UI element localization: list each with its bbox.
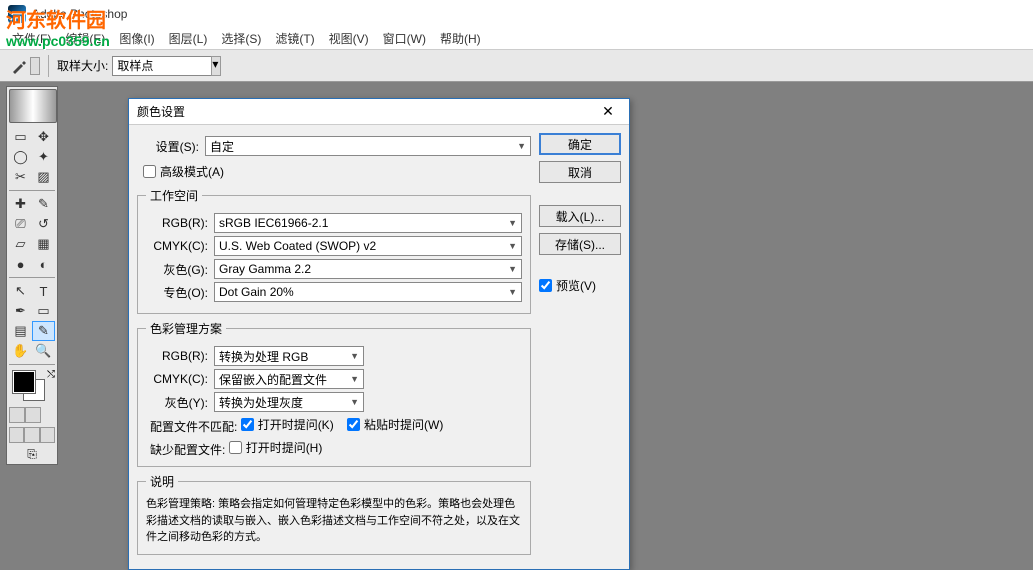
zoom-tool[interactable]: 🔍 (32, 341, 55, 361)
cmyk-label: CMYK(C): (146, 239, 208, 253)
gradient-tool[interactable]: ▦ (32, 234, 55, 254)
settings-select[interactable]: 自定▼ (205, 136, 531, 156)
screen-mode-2-icon[interactable] (24, 427, 39, 443)
cmyk-select[interactable]: U.S. Web Coated (SWOP) v2▼ (214, 236, 522, 256)
chevron-down-icon: ▼ (517, 141, 526, 151)
notes-tool[interactable]: ▤ (9, 321, 32, 341)
dialog-title: 颜色设置 (137, 103, 185, 120)
policy-rgb-select[interactable]: 转换为处理 RGB▼ (214, 346, 364, 366)
close-icon[interactable]: ✕ (595, 103, 621, 120)
missing-open-checkbox[interactable] (229, 441, 242, 454)
menu-layer[interactable]: 图层(L) (169, 30, 208, 47)
type-tool[interactable]: T (32, 281, 55, 301)
wand-tool[interactable]: ✦ (32, 147, 55, 167)
app-logo-icon (8, 5, 26, 23)
load-button[interactable]: 载入(L)... (539, 205, 621, 227)
sample-size-label: 取样大小: (57, 57, 108, 74)
tool-preset-flyout[interactable] (30, 57, 40, 75)
shape-tool[interactable]: ▭ (32, 301, 55, 321)
description-group: 说明 色彩管理策略: 策略会指定如何管理特定色彩模型中的色彩。策略也会处理色彩描… (137, 473, 531, 555)
move-tool[interactable]: ✥ (32, 127, 55, 147)
color-swatches[interactable]: ⤭ (9, 369, 57, 403)
jump-to-icon[interactable]: ⎘ (9, 447, 55, 462)
menu-window[interactable]: 窗口(W) (383, 30, 426, 47)
eraser-tool[interactable]: ▱ (9, 234, 32, 254)
menu-file[interactable]: 文件(F) (12, 30, 51, 47)
mismatch-open-checkbox[interactable] (241, 418, 254, 431)
settings-label: 设置(S): (137, 138, 199, 155)
menu-edit[interactable]: 编辑(E) (65, 30, 105, 47)
brush-tool[interactable]: ✎ (32, 194, 55, 214)
policy-rgb-label: RGB(R): (146, 349, 208, 363)
screen-mode-3-icon[interactable] (40, 427, 55, 443)
path-tool[interactable]: ↖ (9, 281, 32, 301)
slice-tool[interactable]: ▨ (32, 167, 55, 187)
policy-cmyk-label: CMYK(C): (146, 372, 208, 386)
preview-label: 预览(V) (556, 277, 596, 294)
menu-bar: 文件(F) 编辑(E) 图像(I) 图层(L) 选择(S) 滤镜(T) 视图(V… (0, 28, 1033, 50)
menu-image[interactable]: 图像(I) (119, 30, 154, 47)
policy-group: 色彩管理方案 RGB(R): 转换为处理 RGB▼ CMYK(C): 保留嵌入的配置… (137, 320, 531, 467)
mismatch-paste-label: 粘贴时提问(W) (364, 416, 443, 433)
workspace-group: 工作空间 RGB(R): sRGB IEC61966-2.1▼ CMYK(C): U… (137, 187, 531, 314)
toolbox-header-icon (9, 89, 57, 123)
app-title: Adobe Photoshop (32, 7, 127, 21)
sample-size-dropdown-icon[interactable]: ▾ (211, 56, 221, 76)
spot-select[interactable]: Dot Gain 20%▼ (214, 282, 522, 302)
marquee-tool[interactable]: ▭ (9, 127, 32, 147)
menu-view[interactable]: 视图(V) (329, 30, 369, 47)
ok-button[interactable]: 确定 (539, 133, 621, 155)
policy-legend: 色彩管理方案 (146, 320, 226, 337)
blur-tool[interactable]: ● (9, 254, 32, 274)
quickmask-mode-icon[interactable] (25, 407, 41, 423)
menu-filter[interactable]: 滤镜(T) (275, 30, 314, 47)
screen-mode-1-icon[interactable] (9, 427, 24, 443)
eyedropper-icon (10, 57, 28, 75)
policy-cmyk-select[interactable]: 保留嵌入的配置文件▼ (214, 369, 364, 389)
missing-label: 缺少配置文件: (150, 443, 225, 457)
description-legend: 说明 (146, 473, 178, 490)
missing-open-label: 打开时提问(H) (246, 439, 323, 456)
lasso-tool[interactable]: ◯ (9, 147, 32, 167)
hand-tool[interactable]: ✋ (9, 341, 32, 361)
advanced-mode-label: 高级模式(A) (160, 163, 224, 180)
standard-mode-icon[interactable] (9, 407, 25, 423)
rgb-label: RGB(R): (146, 216, 208, 230)
gray-label: 灰色(G): (146, 261, 208, 278)
preview-checkbox[interactable] (539, 279, 552, 292)
save-button[interactable]: 存储(S)... (539, 233, 621, 255)
toolbox: ▭✥ ◯✦ ✂▨ ✚✎ ⎚↺ ▱▦ ●◐ ↖T ✒▭ ▤✎ ✋🔍 ⤭ ⎘ (6, 86, 58, 465)
cancel-button[interactable]: 取消 (539, 161, 621, 183)
workspace-legend: 工作空间 (146, 187, 202, 204)
policy-gray-label: 灰色(Y): (146, 394, 208, 411)
menu-select[interactable]: 选择(S) (221, 30, 261, 47)
options-bar: 取样大小: 取样点 ▾ (0, 50, 1033, 82)
mismatch-label: 配置文件不匹配: (150, 420, 237, 434)
color-settings-dialog: 颜色设置 ✕ 设置(S): 自定▼ 高级模式(A) 工作空间 RGB(R): sR… (128, 98, 630, 570)
history-brush-tool[interactable]: ↺ (32, 214, 55, 234)
mismatch-paste-checkbox[interactable] (347, 418, 360, 431)
stamp-tool[interactable]: ⎚ (9, 214, 32, 234)
gray-select[interactable]: Gray Gamma 2.2▼ (214, 259, 522, 279)
spot-label: 专色(O): (146, 284, 208, 301)
policy-gray-select[interactable]: 转换为处理灰度▼ (214, 392, 364, 412)
swap-colors-icon[interactable]: ⤭ (47, 369, 55, 380)
description-text: 色彩管理策略: 策略会指定如何管理特定色彩模型中的色彩。策略也会处理色彩描述文档… (146, 496, 522, 546)
rgb-select[interactable]: sRGB IEC61966-2.1▼ (214, 213, 522, 233)
title-bar: Adobe Photoshop (0, 0, 1033, 28)
mismatch-open-label: 打开时提问(K) (258, 416, 334, 433)
crop-tool[interactable]: ✂ (9, 167, 32, 187)
dodge-tool[interactable]: ◐ (32, 254, 55, 274)
foreground-color[interactable] (13, 371, 35, 393)
pen-tool[interactable]: ✒ (9, 301, 32, 321)
advanced-mode-checkbox[interactable] (143, 165, 156, 178)
eyedropper-tool[interactable]: ✎ (32, 321, 55, 341)
menu-help[interactable]: 帮助(H) (440, 30, 481, 47)
heal-tool[interactable]: ✚ (9, 194, 32, 214)
sample-size-select[interactable]: 取样点 (112, 56, 212, 76)
